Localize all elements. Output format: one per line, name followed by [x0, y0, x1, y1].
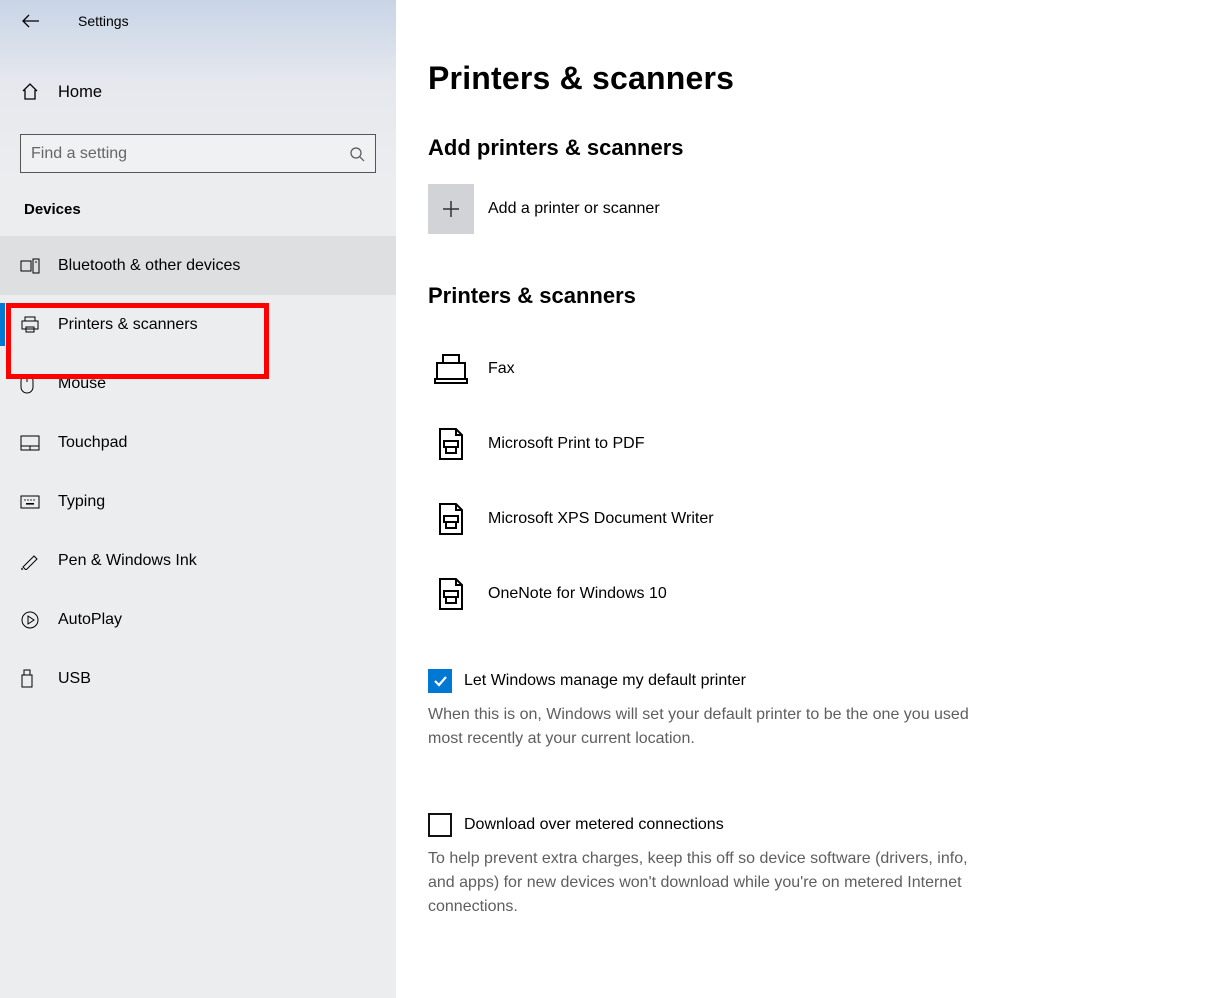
- doc-printer-icon: [428, 502, 474, 536]
- sidebar-item-home[interactable]: Home: [0, 66, 396, 118]
- add-section-heading: Add printers & scanners: [428, 135, 1176, 161]
- pen-icon: [20, 552, 42, 570]
- default-printer-description: When this is on, Windows will set your d…: [428, 703, 988, 751]
- printer-item-onenote[interactable]: OneNote for Windows 10: [428, 556, 1176, 631]
- sidebar-item-label: Typing: [58, 493, 105, 511]
- plus-tile: [428, 184, 474, 234]
- printer-item-fax[interactable]: Fax: [428, 331, 1176, 406]
- arrow-left-icon: [22, 14, 40, 28]
- sidebar-item-printers[interactable]: Printers & scanners: [0, 295, 396, 354]
- devices-section-heading: Printers & scanners: [428, 283, 1176, 309]
- default-printer-checkbox-row[interactable]: Let Windows manage my default printer: [428, 669, 988, 693]
- bluetooth-devices-icon: [20, 258, 42, 274]
- checkbox-unchecked[interactable]: [428, 813, 452, 837]
- checkbox-checked[interactable]: [428, 669, 452, 693]
- search-field[interactable]: [31, 145, 349, 163]
- home-label: Home: [58, 83, 102, 102]
- back-button[interactable]: [10, 0, 52, 42]
- main-content: Printers & scanners Add printers & scann…: [396, 0, 1216, 998]
- search-icon: [349, 146, 365, 162]
- device-label: Fax: [488, 360, 515, 378]
- sidebar-item-label: Touchpad: [58, 434, 127, 452]
- device-label: Microsoft Print to PDF: [488, 435, 644, 453]
- sidebar-item-label: USB: [58, 670, 91, 688]
- add-button-label: Add a printer or scanner: [488, 200, 660, 218]
- titlebar: Settings: [0, 0, 396, 42]
- sidebar: Settings Home Devices Bluetooth & oth: [0, 0, 396, 998]
- search-input[interactable]: [20, 134, 376, 173]
- sidebar-item-label: Bluetooth & other devices: [58, 257, 240, 275]
- sidebar-item-label: Mouse: [58, 375, 106, 393]
- app-title: Settings: [78, 13, 129, 29]
- default-printer-label: Let Windows manage my default printer: [464, 672, 746, 690]
- sidebar-section-header: Devices: [0, 173, 396, 234]
- plus-icon: [440, 198, 462, 220]
- doc-printer-icon: [428, 427, 474, 461]
- add-printer-button[interactable]: Add a printer or scanner: [428, 183, 1176, 235]
- sidebar-item-bluetooth[interactable]: Bluetooth & other devices: [0, 236, 396, 295]
- doc-printer-icon: [428, 577, 474, 611]
- fax-icon: [428, 353, 474, 385]
- metered-description: To help prevent extra charges, keep this…: [428, 847, 988, 919]
- sidebar-item-typing[interactable]: Typing: [0, 472, 396, 531]
- touchpad-icon: [20, 435, 42, 451]
- sidebar-item-label: AutoPlay: [58, 611, 122, 629]
- home-icon: [20, 82, 42, 102]
- device-label: OneNote for Windows 10: [488, 585, 667, 603]
- device-label: Microsoft XPS Document Writer: [488, 510, 714, 528]
- metered-checkbox-row[interactable]: Download over metered connections: [428, 813, 988, 837]
- metered-label: Download over metered connections: [464, 816, 724, 834]
- checkmark-icon: [432, 673, 448, 689]
- sidebar-item-autoplay[interactable]: AutoPlay: [0, 590, 396, 649]
- sidebar-item-label: Printers & scanners: [58, 316, 198, 334]
- sidebar-item-label: Pen & Windows Ink: [58, 552, 197, 570]
- page-title: Printers & scanners: [428, 60, 1176, 97]
- printer-item-pdf[interactable]: Microsoft Print to PDF: [428, 406, 1176, 481]
- sidebar-item-touchpad[interactable]: Touchpad: [0, 413, 396, 472]
- sidebar-item-usb[interactable]: USB: [0, 649, 396, 708]
- autoplay-icon: [20, 610, 42, 630]
- keyboard-icon: [20, 495, 42, 509]
- mouse-icon: [20, 374, 42, 394]
- printer-item-xps[interactable]: Microsoft XPS Document Writer: [428, 481, 1176, 556]
- usb-icon: [20, 669, 42, 689]
- sidebar-item-pen[interactable]: Pen & Windows Ink: [0, 531, 396, 590]
- sidebar-nav: Bluetooth & other devices Printers & sca…: [0, 236, 396, 708]
- sidebar-item-mouse[interactable]: Mouse: [0, 354, 396, 413]
- printer-icon: [20, 316, 42, 334]
